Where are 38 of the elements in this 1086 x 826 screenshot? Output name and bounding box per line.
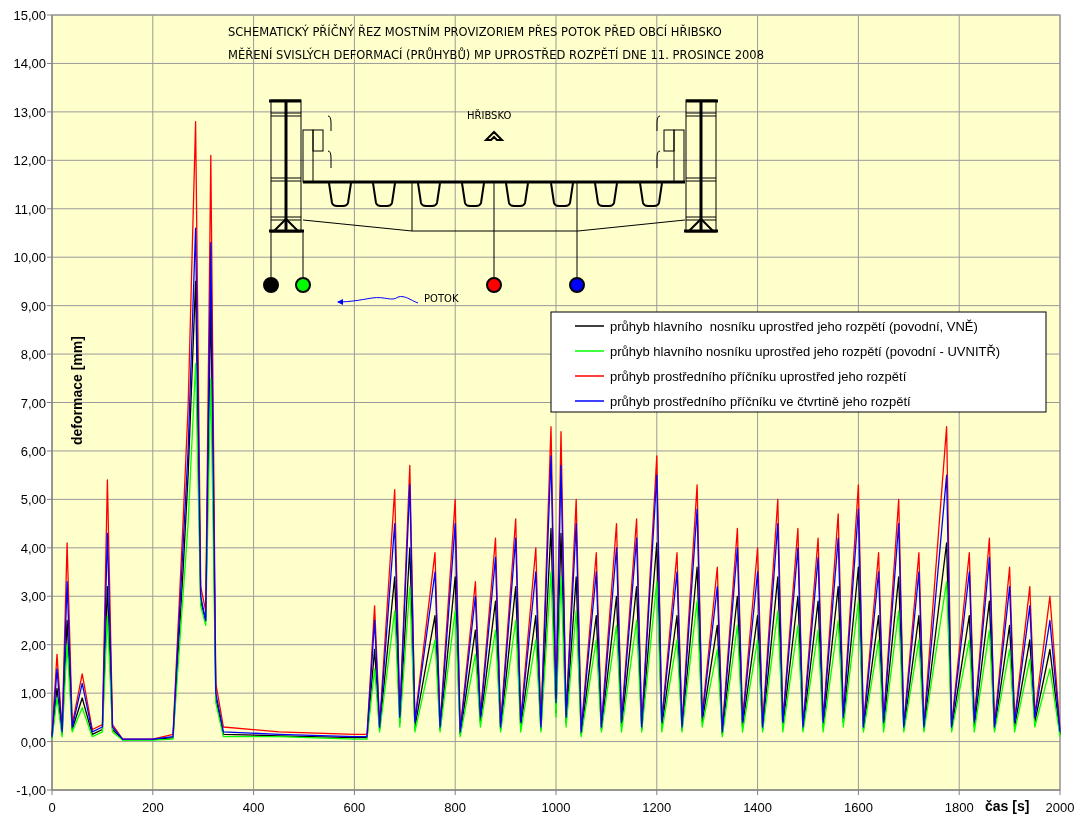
y-tick-label: 12,00 [13, 153, 46, 169]
y-axis-title: deformace [mm] [69, 336, 85, 445]
y-tick-label: 0,00 [20, 734, 46, 750]
chart-title: SCHEMATICKÝ PŘÍČNÝ ŘEZ MOSTNÍM PROVIZORIEM PŘES POTOK PŘED OBCÍ HŘIBSKO [228, 25, 722, 39]
x-tick-label: 1600 [843, 800, 873, 815]
y-tick-label: 15,00 [13, 8, 46, 23]
x-tick-label: 1400 [743, 800, 773, 815]
y-tick-label: 4,00 [20, 540, 46, 556]
y-tick-label: 13,00 [13, 104, 46, 120]
place-label: HŘIBSKO [467, 110, 512, 121]
y-tick-label: 1,00 [20, 686, 46, 702]
legend-label: průhyb prostředního příčníku ve čtvrtině jeho rozpětí [610, 394, 911, 409]
y-tick-label: 6,00 [20, 443, 46, 459]
legend-label: průhyb hlavního nosníku uprostřed jeho rozpětí (povodní - UVNITŘ) [610, 344, 1001, 359]
x-tick-label: 1800 [944, 800, 974, 815]
x-tick-label: 1000 [541, 800, 571, 815]
y-tick-label: -1,00 [16, 783, 46, 798]
x-tick-label: 800 [444, 800, 467, 815]
stream-label: POTOK [424, 293, 459, 304]
x-tick-label: 400 [242, 800, 265, 815]
x-tick-label: 600 [343, 800, 366, 815]
y-tick-label: 9,00 [20, 298, 46, 314]
x-axis-title: čas [s] [985, 798, 1030, 814]
y-tick-label: 3,00 [20, 589, 46, 605]
legend-label: průhyb prostředního příčníku uprostřed jeho rozpětí [610, 369, 907, 384]
x-tick-label: 1200 [642, 800, 672, 815]
chart-title: MĚŘENÍ SVISLÝCH DEFORMACÍ (PRŮHYBŮ) MP UPROSTŘED ROZPĚTÍ DNE 11. PROSINCE 2008 [228, 48, 764, 62]
y-tick-label: 11,00 [14, 201, 46, 217]
y-tick-label: 14,00 [13, 56, 46, 72]
x-tick-label: 0 [48, 800, 56, 815]
y-tick-label: 7,00 [20, 395, 46, 411]
x-tick-label: 2000 [1045, 800, 1075, 815]
y-tick-label: 2,00 [20, 637, 46, 653]
y-tick-label: 10,00 [13, 250, 46, 266]
legend-label: průhyb hlavního nosníku uprostřed jeho rozpětí (povodní, VNĚ) [610, 319, 978, 334]
x-tick-label: 200 [141, 800, 164, 815]
y-tick-label: 8,00 [20, 347, 46, 363]
y-tick-label: 5,00 [20, 492, 46, 508]
